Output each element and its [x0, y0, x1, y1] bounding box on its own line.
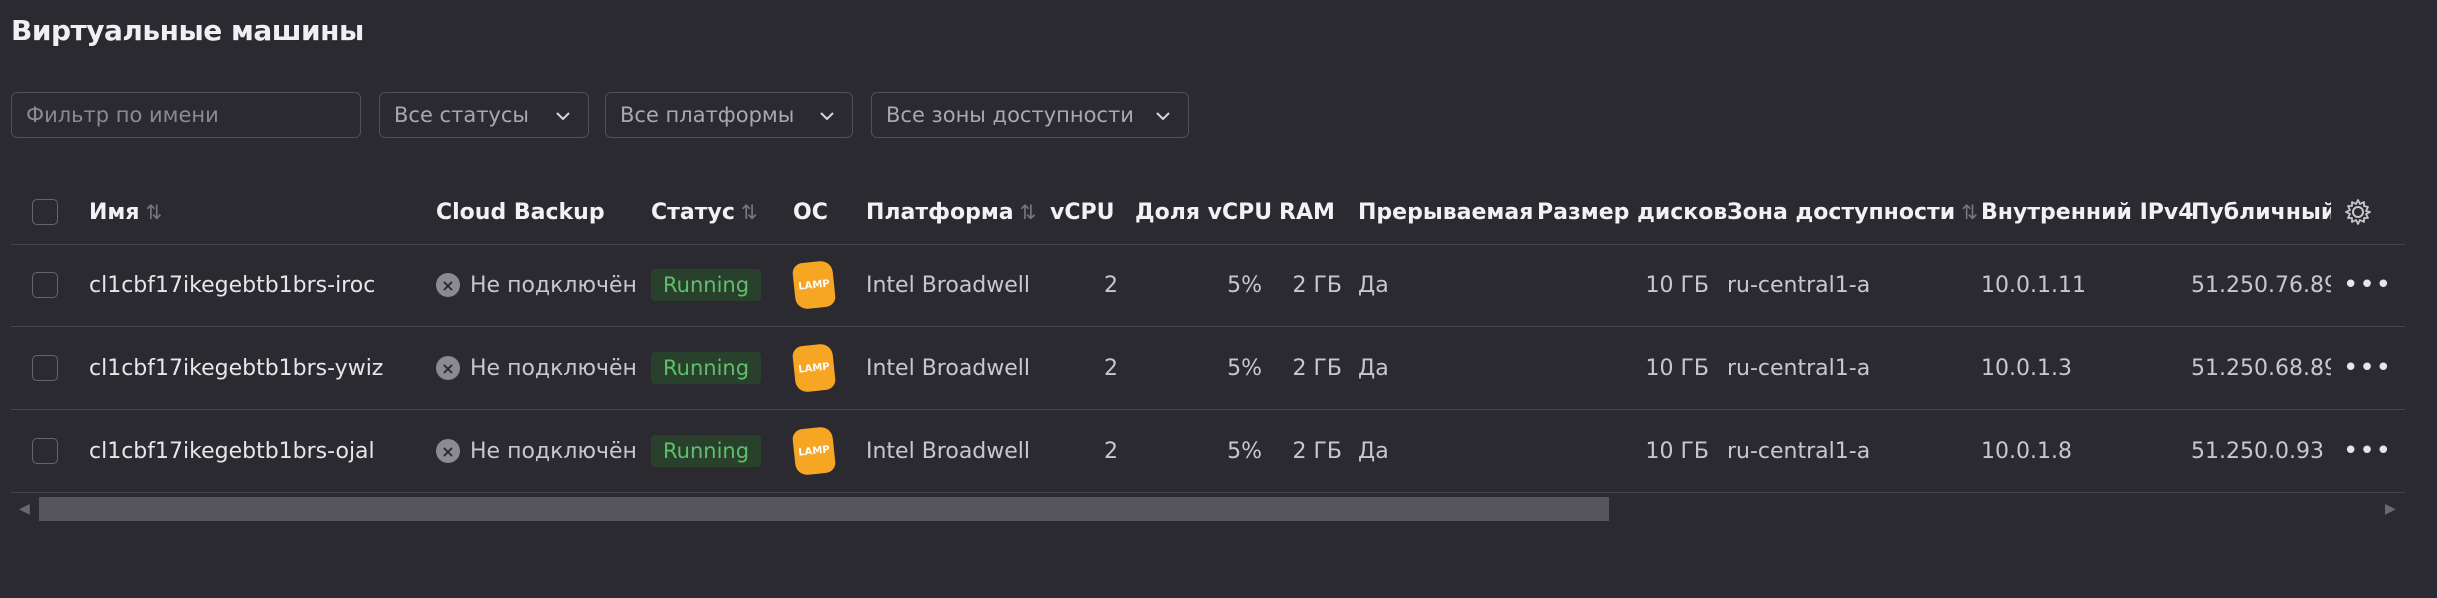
backup-status: × Не подключён	[436, 410, 637, 492]
platform-filter-select[interactable]: Все платформы	[605, 92, 853, 138]
vcpu-cell: 2	[1104, 438, 1118, 464]
public-ip-cell: 51.250.0.93	[2191, 438, 2324, 464]
column-header-disk: Размер дисков	[1537, 199, 1728, 225]
gear-icon[interactable]	[2343, 180, 2373, 244]
scrollbar-thumb[interactable]	[39, 497, 1609, 521]
disk-cell: 10 ГБ	[1645, 355, 1710, 381]
chevron-down-icon	[818, 107, 836, 125]
page-title: Виртуальные машины	[11, 14, 364, 47]
chevron-down-icon	[1154, 107, 1172, 125]
public-ip-cell: 51.250.68.89	[2191, 355, 2331, 381]
preemptible-cell: Да	[1358, 355, 1389, 381]
ipv4-cell: 10.0.1.8	[1981, 438, 2072, 464]
sort-icon[interactable]: ⇅	[1020, 200, 1037, 224]
table-row[interactable]: cl1cbf17ikegebtb1brs-iroc × Не подключён …	[11, 244, 2405, 327]
sort-icon[interactable]: ⇅	[1961, 200, 1978, 224]
ram-cell: 2 ГБ	[1292, 438, 1343, 464]
status-filter-value: Все статусы	[394, 103, 529, 127]
zone-filter-select[interactable]: Все зоны доступности	[871, 92, 1189, 138]
vcpu-share-cell: 5%	[1227, 355, 1262, 381]
table-row[interactable]: cl1cbf17ikegebtb1brs-ojal × Не подключён …	[11, 410, 2405, 493]
column-header-public-ip: Публичный IPv4	[2191, 199, 2331, 225]
column-header-vcpu: vCPU	[1050, 199, 1115, 225]
row-checkbox[interactable]	[32, 355, 58, 381]
column-header-preemptible: Прерываемая	[1358, 199, 1534, 225]
sort-icon[interactable]: ⇅	[146, 200, 163, 224]
scroll-left-icon[interactable]: ◀	[19, 501, 30, 517]
x-circle-icon: ×	[436, 439, 460, 463]
column-header-name[interactable]: Имя ⇅	[89, 180, 162, 244]
more-horizontal-icon[interactable]: •••	[2343, 353, 2392, 383]
public-ip-cell: 51.250.76.89	[2191, 272, 2331, 298]
vm-name[interactable]: cl1cbf17ikegebtb1brs-ywiz	[89, 327, 383, 409]
column-header-platform[interactable]: Платформа ⇅	[866, 180, 1036, 244]
zone-cell: ru-central1-a	[1727, 355, 1871, 381]
backup-status: × Не подключён	[436, 327, 637, 409]
vm-name[interactable]: cl1cbf17ikegebtb1brs-ojal	[89, 410, 375, 492]
column-header-vcpu-share: Доля vCPU	[1135, 199, 1273, 225]
sort-icon[interactable]: ⇅	[741, 200, 758, 224]
ipv4-cell: 10.0.1.11	[1981, 272, 2086, 298]
column-header-status[interactable]: Статус ⇅	[651, 180, 758, 244]
select-all-checkbox[interactable]	[32, 199, 58, 225]
x-circle-icon: ×	[436, 356, 460, 380]
column-header-os: ОС	[793, 199, 828, 225]
chevron-down-icon	[554, 107, 572, 125]
platform-cell: Intel Broadwell	[866, 355, 1031, 381]
lamp-logo-icon: LAMP	[791, 343, 837, 393]
column-header-zone[interactable]: Зона доступности ⇅	[1727, 180, 1978, 244]
table-row[interactable]: cl1cbf17ikegebtb1brs-ywiz × Не подключён …	[11, 327, 2405, 410]
table-header: Имя ⇅ Cloud Backup Статус ⇅ ОС Платформа ⇅ …	[11, 180, 2405, 245]
zone-cell: ru-central1-a	[1727, 272, 1871, 298]
more-horizontal-icon[interactable]: •••	[2343, 270, 2392, 300]
zone-filter-value: Все зоны доступности	[886, 103, 1134, 127]
lamp-logo-icon: LAMP	[791, 426, 837, 476]
more-horizontal-icon[interactable]: •••	[2343, 436, 2392, 466]
scroll-right-icon[interactable]: ▶	[2385, 501, 2396, 517]
zone-cell: ru-central1-a	[1727, 438, 1871, 464]
x-circle-icon: ×	[436, 273, 460, 297]
vcpu-share-cell: 5%	[1227, 272, 1262, 298]
column-header-ram: RAM	[1279, 199, 1335, 225]
vcpu-cell: 2	[1104, 355, 1118, 381]
ipv4-cell: 10.0.1.3	[1981, 355, 2072, 381]
status-badge: Running	[651, 435, 762, 467]
platform-cell: Intel Broadwell	[866, 272, 1031, 298]
ram-cell: 2 ГБ	[1292, 355, 1343, 381]
preemptible-cell: Да	[1358, 438, 1389, 464]
column-header-ipv4: Внутренний IPv4	[1981, 199, 2194, 225]
preemptible-cell: Да	[1358, 272, 1389, 298]
vcpu-cell: 2	[1104, 272, 1118, 298]
name-filter-input[interactable]: Фильтр по имени	[11, 92, 361, 138]
row-checkbox[interactable]	[32, 272, 58, 298]
platform-cell: Intel Broadwell	[866, 438, 1031, 464]
vm-name[interactable]: cl1cbf17ikegebtb1brs-iroc	[89, 244, 375, 326]
horizontal-scrollbar[interactable]: ◀ ▶	[11, 497, 2405, 521]
lamp-logo-icon: LAMP	[791, 260, 837, 310]
status-filter-select[interactable]: Все статусы	[379, 92, 589, 138]
ram-cell: 2 ГБ	[1292, 272, 1343, 298]
status-badge: Running	[651, 269, 762, 301]
status-badge: Running	[651, 352, 762, 384]
row-checkbox[interactable]	[32, 438, 58, 464]
platform-filter-value: Все платформы	[620, 103, 795, 127]
name-filter-placeholder: Фильтр по имени	[26, 103, 219, 127]
disk-cell: 10 ГБ	[1645, 438, 1710, 464]
column-header-backup: Cloud Backup	[436, 199, 605, 225]
backup-status: × Не подключён	[436, 244, 637, 326]
vcpu-share-cell: 5%	[1227, 438, 1262, 464]
disk-cell: 10 ГБ	[1645, 272, 1710, 298]
